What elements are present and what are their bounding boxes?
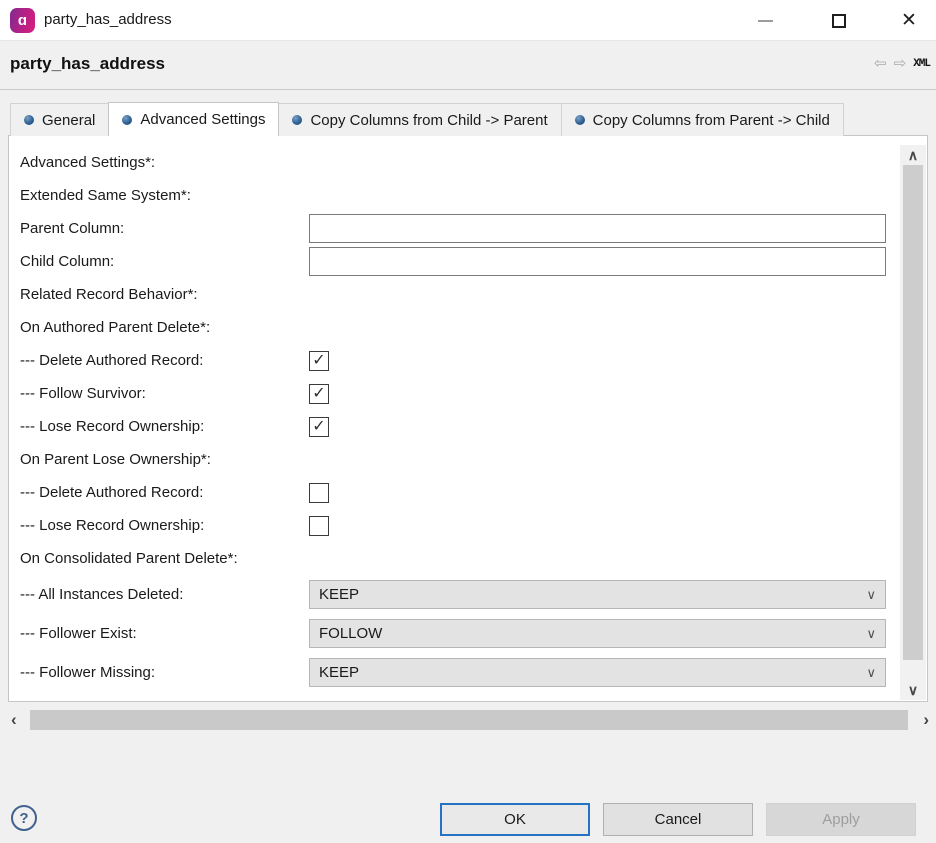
help-button[interactable]: ?: [11, 805, 37, 831]
form-row: --- Follower Missing: KEEP ∨: [20, 653, 900, 692]
vertical-scrollbar-thumb[interactable]: [903, 165, 923, 660]
form-row: --- Delete Authored Record: ✓: [20, 344, 900, 377]
close-icon: ✕: [901, 9, 917, 32]
form-row: On Consolidated Parent Delete*:: [20, 542, 900, 575]
form-row: Related Record Behavior*:: [20, 278, 900, 311]
parent-column-input[interactable]: [309, 214, 886, 243]
form-row: On Authored Parent Delete*:: [20, 311, 900, 344]
horizontal-scrollbar-thumb[interactable]: [30, 710, 908, 730]
select-value: FOLLOW: [319, 625, 382, 642]
cancel-button[interactable]: Cancel: [603, 803, 753, 836]
tab-label: Copy Columns from Child -> Parent: [310, 112, 547, 129]
follower-exist-select[interactable]: FOLLOW ∨: [309, 619, 886, 648]
lose-record-ownership-checkbox-2[interactable]: [309, 516, 329, 536]
field-label-on-parent-lose-ownership: On Parent Lose Ownership*:: [20, 451, 309, 468]
field-label-on-authored-parent-delete: On Authored Parent Delete*:: [20, 319, 309, 336]
field-label-follower-missing: --- Follower Missing:: [20, 664, 309, 681]
check-icon: ✓: [312, 386, 325, 402]
page-title: party_has_address: [10, 54, 165, 74]
form-row: Advanced Settings*:: [20, 146, 900, 179]
child-column-input[interactable]: [309, 247, 886, 276]
form-row: --- Delete Authored Record:: [20, 476, 900, 509]
field-label-lose-record-ownership-2: --- Lose Record Ownership:: [20, 517, 309, 534]
form-row: Extended Same System*:: [20, 179, 900, 212]
lose-record-ownership-checkbox[interactable]: ✓: [309, 417, 329, 437]
check-icon: ✓: [312, 353, 325, 369]
tab-advanced-settings[interactable]: Advanced Settings: [108, 102, 279, 136]
app-logo-glyph: ɑ: [18, 12, 27, 29]
app-icon: ɑ: [10, 8, 35, 33]
back-arrow-icon[interactable]: ⇦: [874, 56, 887, 71]
tab-dot-icon: [24, 115, 34, 125]
titlebar: ɑ party_has_address ✕: [0, 0, 936, 41]
field-label-on-consolidated-parent-delete: On Consolidated Parent Delete*:: [20, 550, 309, 567]
select-value: KEEP: [319, 664, 359, 681]
tab-bar: General Advanced Settings Copy Columns f…: [10, 102, 843, 136]
form-row: --- All Instances Deleted: KEEP ∨: [20, 575, 900, 614]
tab-dot-icon: [122, 115, 132, 125]
maximize-button[interactable]: [816, 0, 862, 41]
apply-button: Apply: [766, 803, 916, 836]
form-row: Parent Column:: [20, 212, 900, 245]
ok-button[interactable]: OK: [440, 803, 590, 836]
field-label-related-record-behavior: Related Record Behavior*:: [20, 286, 309, 303]
form-row: --- Lose Record Ownership: ✓: [20, 410, 900, 443]
chevron-down-icon: ∨: [866, 665, 876, 681]
dialog-header: party_has_address ⇦ ⇨ XML: [0, 41, 936, 90]
follower-missing-select[interactable]: KEEP ∨: [309, 658, 886, 687]
delete-authored-record-checkbox[interactable]: ✓: [309, 351, 329, 371]
tab-copy-columns-child-to-parent[interactable]: Copy Columns from Child -> Parent: [278, 103, 561, 136]
follow-survivor-checkbox[interactable]: ✓: [309, 384, 329, 404]
all-instances-deleted-select[interactable]: KEEP ∨: [309, 580, 886, 609]
field-label-delete-authored-record: --- Delete Authored Record:: [20, 352, 309, 369]
scroll-down-icon[interactable]: ∨: [900, 681, 926, 699]
forward-arrow-icon[interactable]: ⇨: [894, 56, 907, 71]
horizontal-scrollbar[interactable]: ‹ ›: [0, 706, 936, 734]
maximize-icon: [832, 14, 846, 28]
tab-label: Advanced Settings: [140, 111, 265, 128]
minimize-icon: [758, 20, 773, 22]
form-row: --- Follower Exist: FOLLOW ∨: [20, 614, 900, 653]
form-row: --- Follow Survivor: ✓: [20, 377, 900, 410]
form-row: --- Lose Record Ownership:: [20, 509, 900, 542]
tab-copy-columns-parent-to-child[interactable]: Copy Columns from Parent -> Child: [561, 103, 844, 136]
scroll-right-icon[interactable]: ›: [923, 709, 929, 731]
tab-label: General: [42, 112, 95, 129]
advanced-settings-form: Advanced Settings*: Extended Same System…: [20, 146, 900, 692]
minimize-button[interactable]: [742, 0, 788, 41]
tab-label: Copy Columns from Parent -> Child: [593, 112, 830, 129]
field-label-follower-exist: --- Follower Exist:: [20, 625, 309, 642]
header-nav: ⇦ ⇨ XML: [874, 56, 930, 71]
field-label-parent-column: Parent Column:: [20, 220, 309, 237]
field-label-follow-survivor: --- Follow Survivor:: [20, 385, 309, 402]
field-label-extended-same-system: Extended Same System*:: [20, 187, 309, 204]
delete-authored-record-checkbox-2[interactable]: [309, 483, 329, 503]
field-label-all-instances-deleted: --- All Instances Deleted:: [20, 586, 309, 603]
form-row: Child Column:: [20, 245, 900, 278]
form-row: On Parent Lose Ownership*:: [20, 443, 900, 476]
close-button[interactable]: ✕: [886, 0, 932, 41]
window-title: party_has_address: [44, 11, 172, 28]
chevron-down-icon: ∨: [866, 587, 876, 603]
tab-general[interactable]: General: [10, 103, 109, 136]
field-label-delete-authored-record-2: --- Delete Authored Record:: [20, 484, 309, 501]
chevron-down-icon: ∨: [866, 626, 876, 642]
field-label-lose-record-ownership: --- Lose Record Ownership:: [20, 418, 309, 435]
scroll-left-icon[interactable]: ‹: [11, 709, 17, 731]
field-label-advanced-settings: Advanced Settings*:: [20, 154, 309, 171]
vertical-scrollbar[interactable]: ∧ ∨: [900, 145, 926, 700]
xml-view-link[interactable]: XML: [913, 58, 930, 70]
scroll-up-icon[interactable]: ∧: [900, 146, 926, 164]
field-label-child-column: Child Column:: [20, 253, 309, 270]
check-icon: ✓: [312, 419, 325, 435]
question-mark-icon: ?: [19, 810, 28, 827]
tab-dot-icon: [292, 115, 302, 125]
select-value: KEEP: [319, 586, 359, 603]
tab-dot-icon: [575, 115, 585, 125]
